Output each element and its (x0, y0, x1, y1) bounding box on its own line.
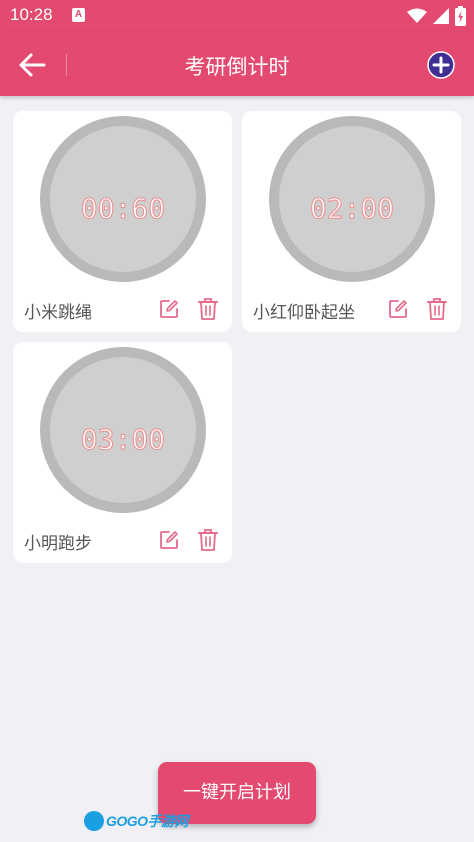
timer-time: 00:60 (80, 192, 166, 226)
signal-icon (433, 8, 449, 24)
wifi-icon (407, 8, 427, 23)
watermark-text: GOGO手游网 (106, 813, 189, 829)
timer-time: 02:00 (309, 192, 395, 226)
timer-card[interactable]: 00:60 小米跳绳 (13, 111, 232, 332)
app-bar: 考研倒计时 (0, 32, 474, 96)
notification-a-icon: A (72, 8, 85, 22)
timer-name: 小米跳绳 (24, 303, 92, 323)
trash-icon[interactable] (426, 297, 448, 321)
plus-circle-icon[interactable] (427, 51, 455, 79)
timer-card[interactable]: 02:00 小红仰卧起坐 (242, 111, 461, 332)
page-title: 考研倒计时 (184, 55, 290, 79)
timer-ring: 02:00 (269, 116, 435, 282)
watermark: GOGO手游网 (84, 810, 189, 832)
battery-icon (455, 6, 466, 26)
timer-name: 小明跑步 (24, 534, 92, 554)
timer-name: 小红仰卧起坐 (253, 303, 355, 323)
timer-time: 03:00 (80, 423, 166, 457)
edit-icon[interactable] (387, 298, 409, 320)
status-icons (407, 6, 466, 26)
edit-icon[interactable] (158, 529, 180, 551)
watermark-logo-icon (84, 811, 104, 831)
timer-ring: 00:60 (40, 116, 206, 282)
timer-ring: 03:00 (40, 347, 206, 513)
trash-icon[interactable] (197, 297, 219, 321)
status-time: 10:28 (10, 5, 53, 24)
trash-icon[interactable] (197, 528, 219, 552)
edit-icon[interactable] (158, 298, 180, 320)
timer-card[interactable]: 03:00 小明跑步 (13, 342, 232, 563)
status-bar: 10:28 A (0, 0, 474, 32)
